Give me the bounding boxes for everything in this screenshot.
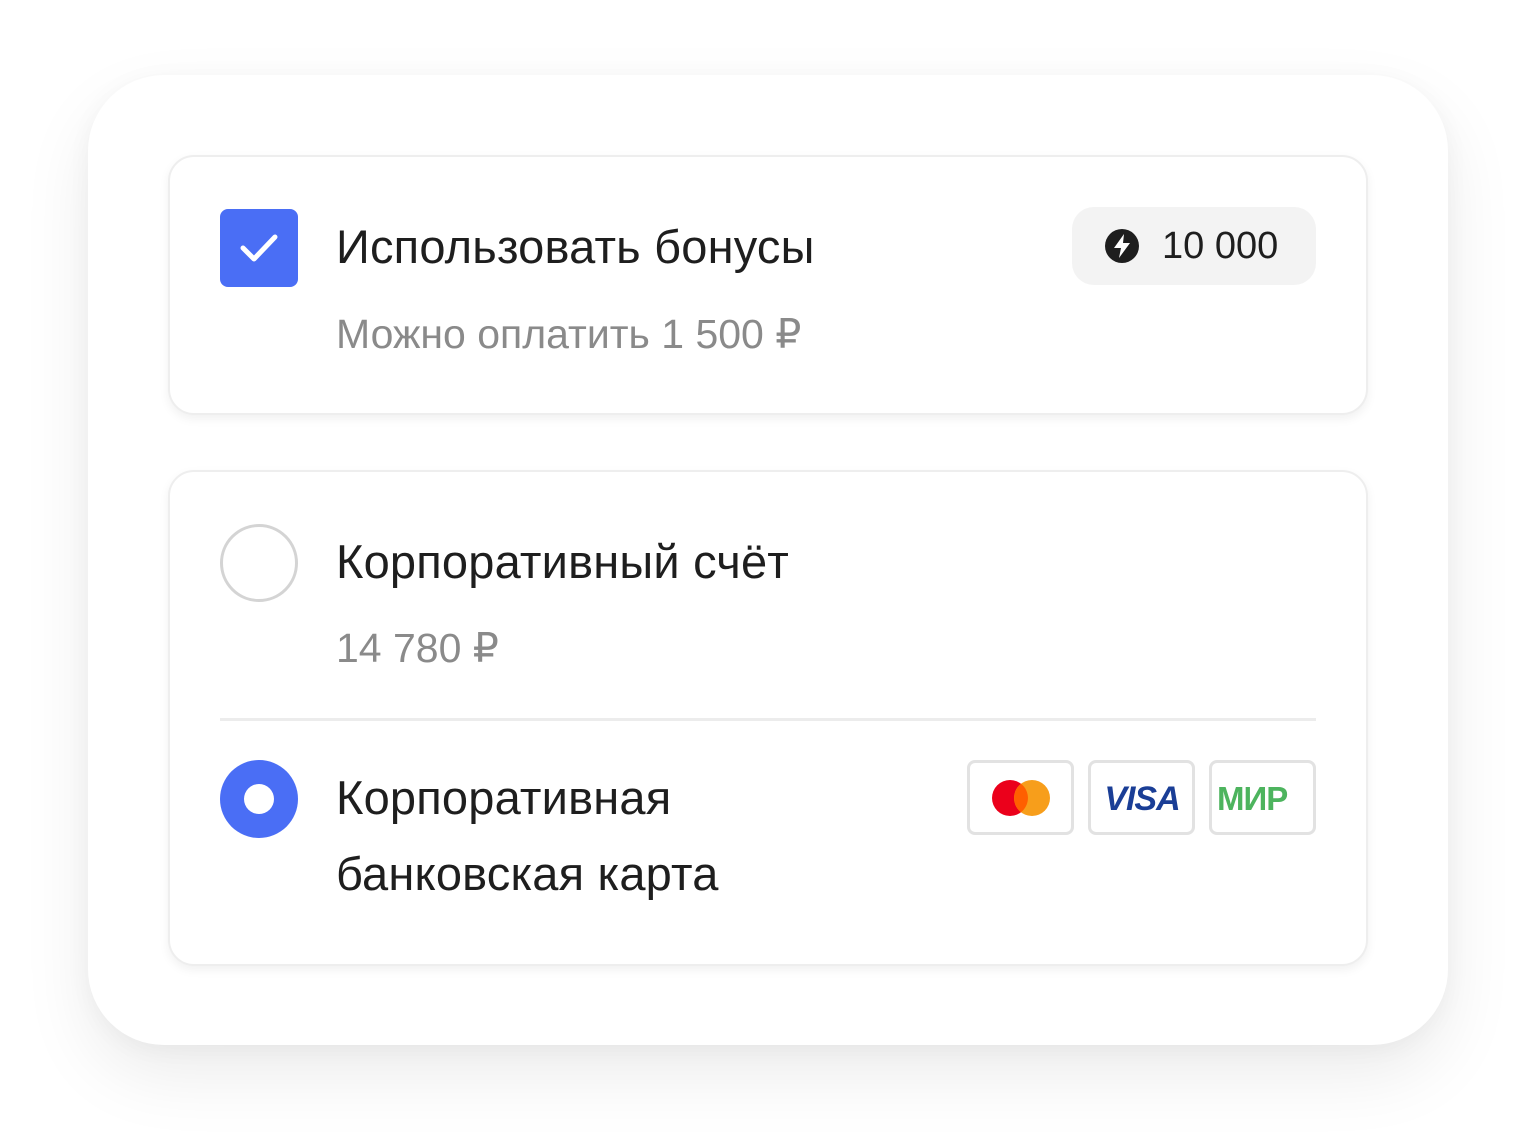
corporate-account-radio[interactable] <box>220 524 298 602</box>
corporate-card-title-line1: Корпоративная <box>336 771 672 824</box>
bonus-card[interactable]: Использовать бонусы Можно оплатить 1 500… <box>168 155 1368 415</box>
svg-text:VISA: VISA <box>1104 781 1179 815</box>
mastercard-logo <box>967 760 1074 835</box>
checkmark-icon <box>240 234 278 262</box>
bonus-balance-badge: 10 000 <box>1072 207 1316 285</box>
corporate-card-title-line2: банковская карта <box>336 847 719 900</box>
svg-text:МИР: МИР <box>1217 781 1287 815</box>
bonus-subtitle: Можно оплатить 1 500 ₽ <box>336 311 802 357</box>
corporate-card-radio[interactable] <box>220 760 298 838</box>
payment-methods-card: Корпоративный счёт 14 780 ₽ Корпоративна… <box>168 470 1368 966</box>
card-logos: VISA МИР <box>967 760 1316 835</box>
bonus-balance: 10 000 <box>1162 224 1279 267</box>
visa-logo: VISA <box>1088 760 1195 835</box>
bonus-checkbox[interactable] <box>220 209 298 287</box>
bonus-title: Использовать бонусы <box>336 220 815 273</box>
lightning-icon <box>1104 228 1140 264</box>
payment-panel: Использовать бонусы Можно оплатить 1 500… <box>88 75 1448 1045</box>
corporate-account-balance: 14 780 ₽ <box>336 625 499 671</box>
mir-logo: МИР <box>1209 760 1316 835</box>
corporate-account-title: Корпоративный счёт <box>336 535 790 588</box>
divider <box>220 718 1316 721</box>
radio-selected-dot <box>244 784 274 814</box>
